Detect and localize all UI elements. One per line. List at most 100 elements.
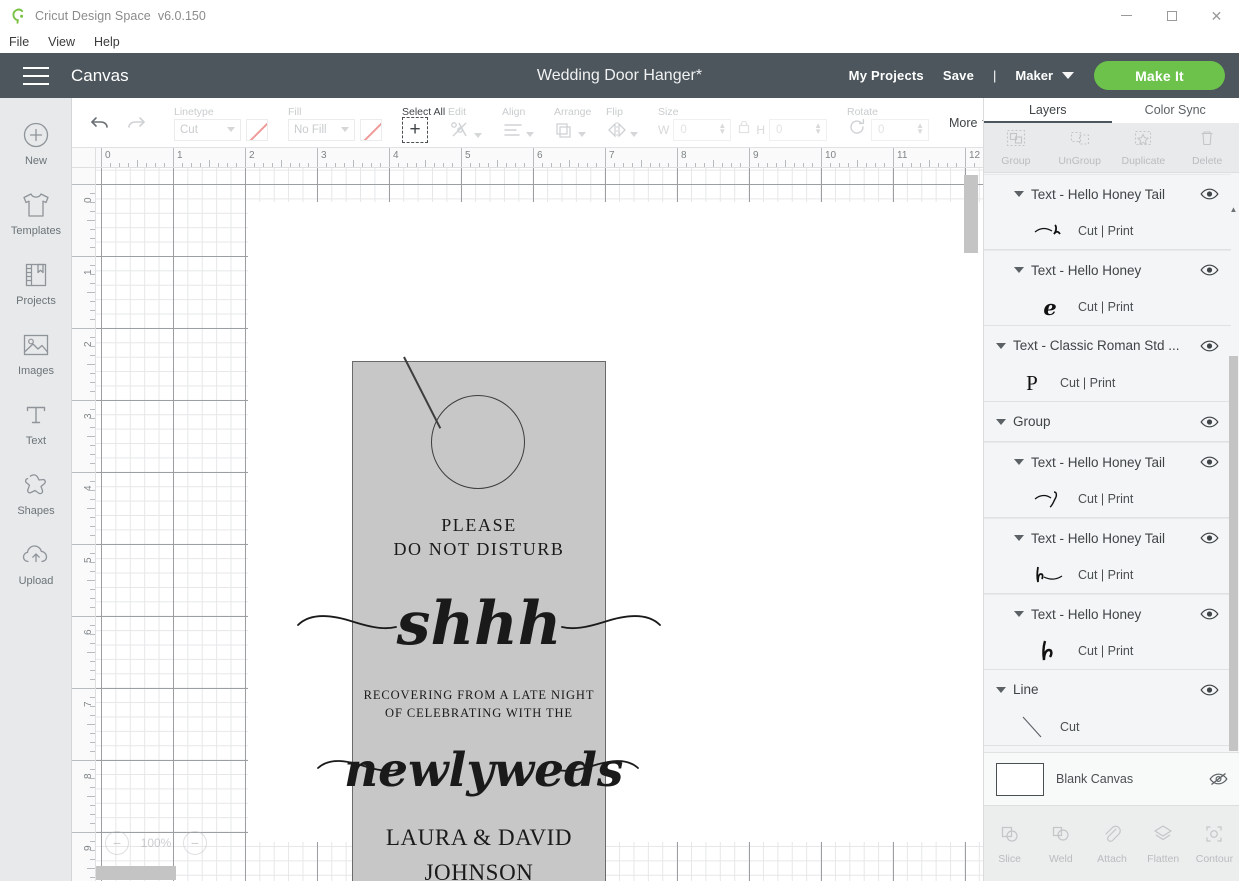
sidebar-item-upload[interactable]: Upload	[0, 528, 72, 598]
menu-item-file[interactable]: File	[9, 35, 29, 49]
contour-button[interactable]: Contour	[1189, 823, 1239, 865]
menu-item-help[interactable]: Help	[94, 35, 120, 49]
hamburger-icon[interactable]	[23, 66, 49, 85]
minimize-icon[interactable]	[1104, 0, 1149, 31]
layer-sublayer[interactable]: Cut | Print	[984, 481, 1231, 517]
rotate-input[interactable]: 0 ▲ ▼	[871, 118, 929, 141]
close-icon[interactable]: ✕	[1194, 0, 1239, 31]
layers-scroll-up-arrow[interactable]: ▲	[1229, 204, 1238, 214]
caret-down-icon[interactable]	[1014, 535, 1024, 541]
width-stepper[interactable]: ▲ ▼	[718, 121, 726, 135]
sidebar-item-text[interactable]: Text	[0, 388, 72, 458]
arrange-icon[interactable]	[554, 119, 586, 141]
weld-button[interactable]: Weld	[1035, 823, 1086, 865]
fill-dropdown[interactable]: No Fill	[288, 118, 355, 141]
layer-row[interactable]: Text - Hello Honey Tail	[984, 442, 1231, 481]
select-all-icon[interactable]: +	[402, 116, 428, 143]
artwork-shhh-script[interactable]: shhh	[352, 588, 606, 660]
linetype-color-swatch[interactable]	[246, 118, 268, 141]
layer-row[interactable]: Text - Hello Honey	[984, 250, 1231, 289]
flatten-button[interactable]: Flatten	[1138, 823, 1189, 865]
caret-down-icon[interactable]	[996, 686, 1006, 693]
eye-icon[interactable]	[1200, 607, 1219, 621]
slice-button[interactable]: Slice	[984, 823, 1035, 865]
layer-sublayer[interactable]: Cut | Print	[984, 633, 1231, 669]
artwork-recovering-text[interactable]: RECOVERING FROM A LATE NIGHT OF CELEBRAT…	[342, 686, 616, 722]
machine-selector-label[interactable]: Maker	[1015, 68, 1053, 83]
redo-icon[interactable]	[124, 111, 148, 135]
save-button[interactable]: Save	[943, 68, 974, 83]
layer-sublayer[interactable]: Cut | Print	[984, 213, 1231, 249]
caret-down-icon[interactable]	[1014, 191, 1024, 197]
group-button[interactable]: Group	[984, 128, 1048, 167]
chevron-down-icon[interactable]	[1062, 72, 1074, 79]
canvas-area[interactable]: 0 1 2 3 4 5 6 7 8 9 10 11 12 0123456789 PLEASE DO NO…	[72, 148, 983, 881]
make-it-button[interactable]: Make It	[1094, 61, 1225, 90]
delete-button[interactable]: Delete	[1175, 128, 1239, 167]
weld-icon	[1050, 823, 1072, 850]
eye-icon[interactable]	[1200, 415, 1219, 429]
sidebar-item-templates[interactable]: Templates	[0, 178, 72, 248]
artwork-please-text[interactable]: PLEASE DO NOT DISTURB	[352, 513, 606, 561]
linetype-dropdown[interactable]: Cut	[174, 118, 241, 141]
fill-color-swatch[interactable]	[360, 118, 382, 141]
tab-color-sync[interactable]: Color Sync	[1112, 98, 1239, 123]
lock-icon[interactable]	[737, 119, 751, 140]
undo-icon[interactable]	[88, 111, 112, 135]
canvas-horizontal-scrollbar[interactable]	[85, 866, 975, 880]
edit-scissors-icon[interactable]	[448, 118, 482, 142]
rotate-icon[interactable]	[847, 117, 867, 142]
size-group: Size W 0 ▲ ▼ H 0 ▲ ▼	[648, 98, 837, 148]
zoom-in-icon[interactable]: −	[183, 831, 207, 855]
align-icon[interactable]	[502, 119, 534, 141]
weld-label: Weld	[1048, 852, 1073, 865]
canvas-vertical-scrollbar-thumb[interactable]	[964, 175, 978, 253]
caret-down-icon[interactable]	[996, 418, 1006, 425]
flip-icon[interactable]	[606, 119, 638, 141]
layer-row[interactable]: Text - Hello Honey Tail	[984, 174, 1231, 213]
layer-row[interactable]: Line	[984, 670, 1231, 709]
height-input[interactable]: 0 ▲ ▼	[769, 118, 827, 141]
layer-row[interactable]: Group	[984, 402, 1231, 441]
eye-icon[interactable]	[1200, 187, 1219, 201]
sidebar-item-images[interactable]: Images	[0, 318, 72, 388]
eye-icon[interactable]	[1200, 683, 1219, 697]
duplicate-button[interactable]: Duplicate	[1112, 128, 1176, 167]
hanger-hole-circle[interactable]	[431, 395, 525, 489]
caret-down-icon[interactable]	[1014, 267, 1024, 273]
eye-icon[interactable]	[1200, 339, 1219, 353]
layer-sublayer[interactable]: e Cut | Print	[984, 289, 1231, 325]
eye-icon[interactable]	[1200, 263, 1219, 277]
height-stepper[interactable]: ▲ ▼	[814, 121, 822, 135]
eye-icon[interactable]	[1200, 455, 1219, 469]
layer-sublayer[interactable]: Cut	[984, 709, 1231, 745]
layer-row[interactable]: Text - Hello Honey	[984, 594, 1231, 633]
maximize-icon[interactable]	[1149, 0, 1194, 31]
blank-canvas-row[interactable]: Blank Canvas	[984, 752, 1239, 805]
layer-sublayer[interactable]: Cut | Print	[984, 557, 1231, 593]
eye-off-icon[interactable]	[1209, 772, 1228, 786]
eye-icon[interactable]	[1200, 531, 1219, 545]
my-projects-link[interactable]: My Projects	[849, 68, 924, 83]
tab-layers[interactable]: Layers	[984, 98, 1112, 123]
width-input[interactable]: 0 ▲ ▼	[673, 118, 732, 141]
sidebar-item-new[interactable]: New	[0, 108, 72, 178]
artwork-newlyweds-script[interactable]: newlyweds	[344, 740, 623, 802]
zoom-out-icon[interactable]: −	[105, 831, 129, 855]
layer-row[interactable]: Text - Classic Roman Std ...	[984, 326, 1231, 365]
sidebar-item-shapes[interactable]: Shapes	[0, 458, 72, 528]
rotate-stepper[interactable]: ▲ ▼	[916, 121, 924, 135]
caret-down-icon[interactable]	[996, 342, 1006, 349]
blank-canvas-swatch[interactable]	[996, 762, 1044, 796]
attach-button[interactable]: Attach	[1086, 823, 1137, 865]
canvas-horizontal-scrollbar-thumb[interactable]	[96, 866, 176, 880]
layer-sublayer[interactable]: P Cut | Print	[984, 365, 1231, 401]
canvas-vertical-scrollbar[interactable]	[964, 168, 978, 858]
menu-item-view[interactable]: View	[48, 35, 75, 49]
caret-down-icon[interactable]	[1014, 611, 1024, 617]
sidebar-item-projects[interactable]: Projects	[0, 248, 72, 318]
layer-row[interactable]: Text - Hello Honey Tail	[984, 518, 1231, 557]
caret-down-icon[interactable]	[1014, 459, 1024, 465]
ungroup-button[interactable]: UnGroup	[1048, 128, 1112, 167]
layers-scrollbar-thumb[interactable]	[1229, 356, 1238, 751]
